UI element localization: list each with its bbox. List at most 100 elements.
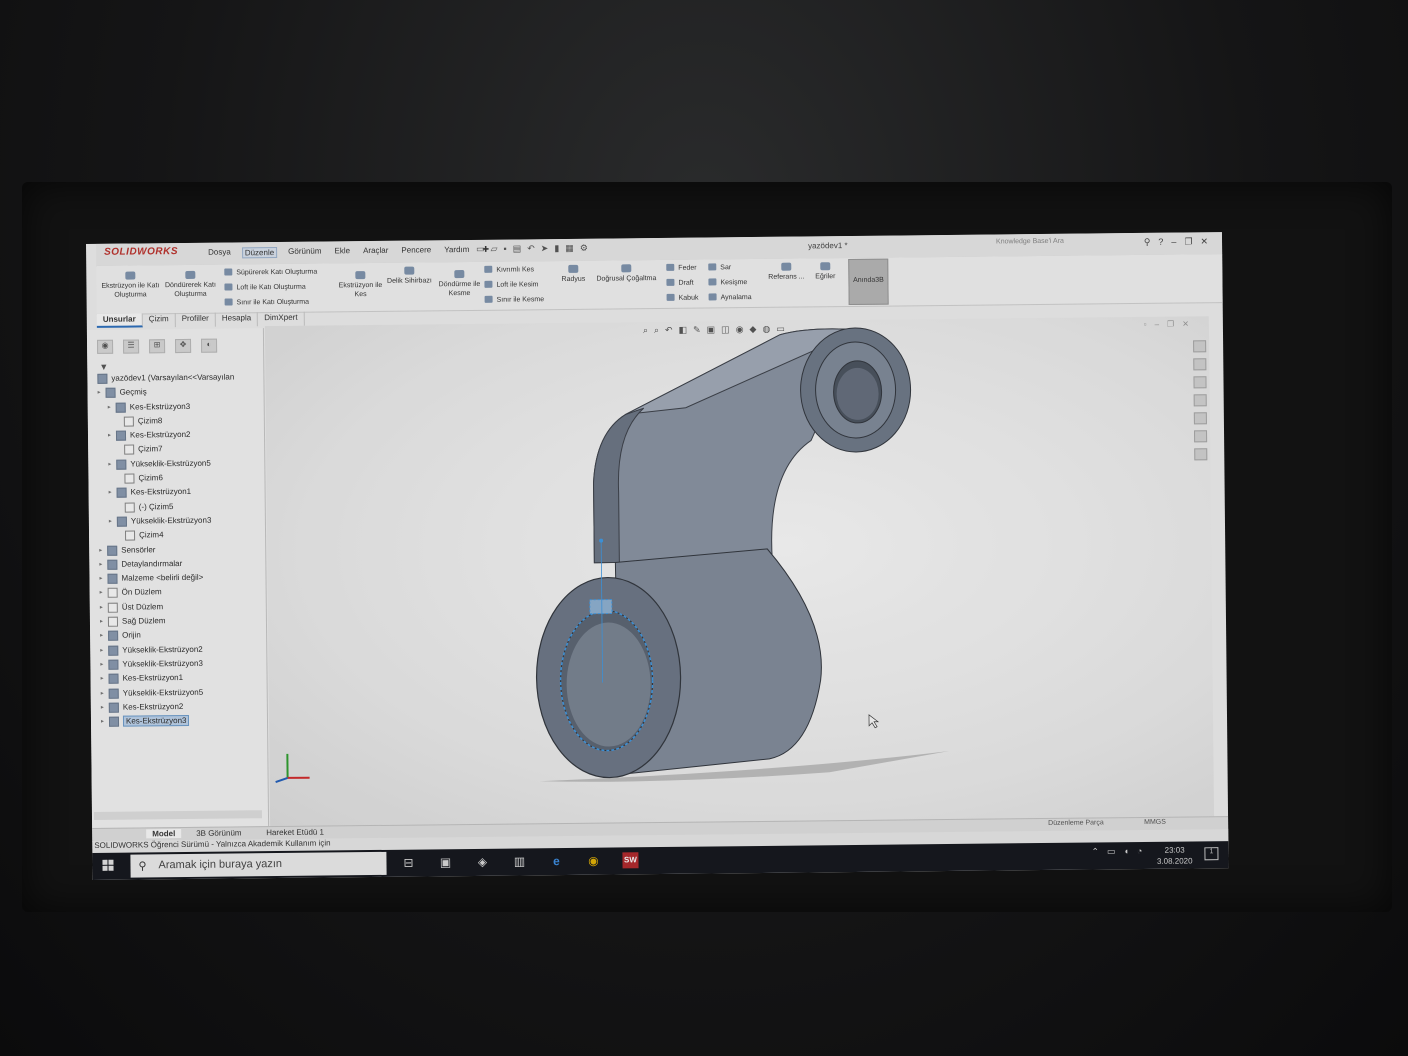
lofted-cut-button[interactable]: Loft ile Kesim <box>484 280 539 289</box>
tab-model[interactable]: Model <box>146 829 182 839</box>
draft-button[interactable]: Draft <box>666 278 694 287</box>
minimize-icon[interactable]: – <box>1171 237 1176 248</box>
search-icon[interactable]: ⚲ <box>1144 237 1151 248</box>
rebuild-icon[interactable]: ▮ <box>554 243 559 254</box>
tab-profiller[interactable]: Profiller <box>175 312 216 328</box>
chrome-browser-icon[interactable]: ◉ <box>585 853 601 869</box>
undo-icon[interactable]: ↶ <box>527 243 535 254</box>
expand-arrow-icon[interactable]: ▸ <box>109 489 112 496</box>
lofted-boss-button[interactable]: Loft ile Katı Oluşturma <box>224 283 306 292</box>
reference-geometry-button[interactable]: Referans ... <box>766 262 806 281</box>
expand-arrow-icon[interactable]: ▸ <box>98 389 101 396</box>
expand-arrow-icon[interactable]: ▸ <box>100 589 103 596</box>
swept-boss-button[interactable]: Süpürerek Katı Oluşturma <box>224 268 317 277</box>
expand-arrow-icon[interactable]: ▸ <box>100 632 103 639</box>
graphics-area[interactable]: ⌕ ⌕ ↶ ◧ ✎ ▣ ◫ ◉ ◆ ◍ ▭ ▫ – ❐ ✕ <box>264 316 1215 827</box>
tab-unsurlar[interactable]: Unsurlar <box>96 313 143 328</box>
shell-button[interactable]: Kabuk <box>666 293 698 302</box>
menu-item-araclar[interactable]: Araçlar <box>361 246 390 257</box>
property-manager-tab-icon[interactable]: ☰ <box>123 339 140 354</box>
boundary-cut-button[interactable]: Sınır ile Kesme <box>484 295 544 304</box>
expand-arrow-icon[interactable]: ▸ <box>109 518 112 525</box>
tree-item[interactable]: ▸ Kes-Ekstrüzyon3 <box>97 713 267 729</box>
fillet-button[interactable]: Radyus <box>558 264 588 284</box>
task-view-icon[interactable]: ⊟ <box>400 855 416 871</box>
edge-browser-icon[interactable]: e <box>548 853 564 869</box>
expand-arrow-icon[interactable]: ▸ <box>100 618 103 625</box>
close-icon[interactable]: ✕ <box>1200 236 1208 247</box>
expand-arrow-icon[interactable]: ▸ <box>100 661 103 668</box>
part-model[interactable] <box>265 316 1214 826</box>
configuration-manager-tab-icon[interactable]: ⊞ <box>149 339 166 354</box>
menu-item-yardim[interactable]: Yardım <box>442 245 471 256</box>
chevron-up-icon[interactable]: ⌃ <box>1091 846 1099 857</box>
extrude-boss-button[interactable]: Ekstrüzyon ile Katı Oluşturma <box>100 271 160 300</box>
taskbar-clock[interactable]: 23:03 3.08.2020 <box>1157 844 1193 866</box>
taskbar-search-box[interactable]: ⚲ Aramak için buraya yazın <box>130 851 387 878</box>
expand-arrow-icon[interactable]: ▸ <box>99 575 102 582</box>
restore-icon[interactable]: ❐ <box>1184 236 1192 247</box>
file-properties-icon[interactable]: ▦ <box>565 243 574 254</box>
knowledge-base-search[interactable]: Knowledge Base'i Ara <box>996 237 1096 250</box>
dimxpert-manager-tab-icon[interactable]: ✥ <box>175 338 192 354</box>
select-icon[interactable]: ➤ <box>541 243 549 254</box>
quick-access-toolbar: ▭ ▱ ▪ ▤ ↶ ➤ ▮ ▦ ⚙ <box>476 243 588 255</box>
notes-app-icon[interactable]: ▥ <box>511 853 527 869</box>
mirror-button[interactable]: Aynalama <box>708 293 752 301</box>
boundary-boss-button[interactable]: Sınır ile Katı Oluşturma <box>224 298 309 307</box>
revolve-boss-button[interactable]: Döndürerek Katı Oluşturma <box>162 270 218 300</box>
draft-icon <box>666 278 675 286</box>
tab-cizim[interactable]: Çizim <box>142 313 176 328</box>
menu-item-gorunum[interactable]: Görünüm <box>286 247 323 258</box>
expand-arrow-icon[interactable]: ▸ <box>108 432 111 439</box>
new-file-icon[interactable]: ▭ <box>476 244 485 255</box>
rib-button[interactable]: Feder <box>666 263 697 272</box>
menu-item-pencere[interactable]: Pencere <box>399 245 433 256</box>
intersect-button[interactable]: Kesişme <box>708 278 747 286</box>
expand-arrow-icon[interactable]: ▸ <box>99 546 102 553</box>
menu-item-dosya[interactable]: Dosya <box>206 247 233 258</box>
store-icon[interactable]: ▣ <box>437 854 453 870</box>
expand-arrow-icon[interactable]: ▸ <box>101 675 104 682</box>
action-center-icon[interactable]: 1 <box>1204 847 1219 861</box>
curves-button[interactable]: Eğriler <box>810 262 840 281</box>
tab-3d-view[interactable]: 3B Görünüm <box>190 828 247 838</box>
tree-item-label: Kes-Ekstrüzyon1 <box>122 673 184 683</box>
save-icon[interactable]: ▪ <box>503 244 506 255</box>
filter-icon[interactable]: ▼ <box>99 362 108 372</box>
tab-hesapla[interactable]: Hesapla <box>215 312 259 327</box>
revolved-cut-button[interactable]: Döndürme ile Kesme <box>438 270 480 298</box>
app-icon[interactable]: ◈ <box>474 854 490 870</box>
options-icon[interactable]: ⚙ <box>580 243 588 254</box>
windows-start-icon[interactable] <box>102 859 114 872</box>
display-manager-tab-icon[interactable]: ◐ <box>200 338 218 353</box>
swept-cut-button[interactable]: Kıvrımlı Kes <box>484 265 534 274</box>
tab-dimxpert[interactable]: DimXpert <box>258 311 305 327</box>
hole-wizard-button[interactable]: Delik Sihirbazı <box>384 266 434 286</box>
menu-item-ekle[interactable]: Ekle <box>332 246 352 257</box>
wifi-icon[interactable]: ◔ <box>1137 846 1143 857</box>
expand-arrow-icon[interactable]: ▸ <box>108 403 111 410</box>
open-file-icon[interactable]: ▱ <box>491 244 498 255</box>
volume-icon[interactable]: ◖ <box>1123 846 1129 857</box>
feature-icon <box>116 459 127 470</box>
tab-motion-study[interactable]: Hareket Etüdü 1 <box>260 827 330 838</box>
solidworks-taskbar-icon[interactable]: SW <box>622 852 639 869</box>
print-icon[interactable]: ▤ <box>513 243 522 254</box>
expand-arrow-icon[interactable]: ▸ <box>101 689 104 696</box>
expand-arrow-icon[interactable]: ▸ <box>101 704 104 711</box>
linear-pattern-button[interactable]: Doğrusal Çoğaltma <box>590 264 662 284</box>
feature-manager-tab-icon[interactable]: ◉ <box>97 339 114 354</box>
expand-arrow-icon[interactable]: ▸ <box>100 646 103 653</box>
expand-arrow-icon[interactable]: ▸ <box>108 461 111 468</box>
extruded-cut-button[interactable]: Ekstrüzyon ile Kes <box>338 271 382 299</box>
expand-arrow-icon[interactable]: ▸ <box>101 718 104 725</box>
expand-arrow-icon[interactable]: ▸ <box>99 561 102 568</box>
battery-icon[interactable]: ▭ <box>1107 846 1116 857</box>
units-selector[interactable]: MMGS <box>1138 819 1172 826</box>
menu-item-duzenle[interactable]: Düzenle <box>241 246 278 259</box>
panel-horizontal-scrollbar[interactable] <box>93 810 263 820</box>
help-icon[interactable]: ? <box>1158 237 1163 248</box>
wrap-button[interactable]: Sar <box>708 263 731 271</box>
expand-arrow-icon[interactable]: ▸ <box>100 604 103 611</box>
